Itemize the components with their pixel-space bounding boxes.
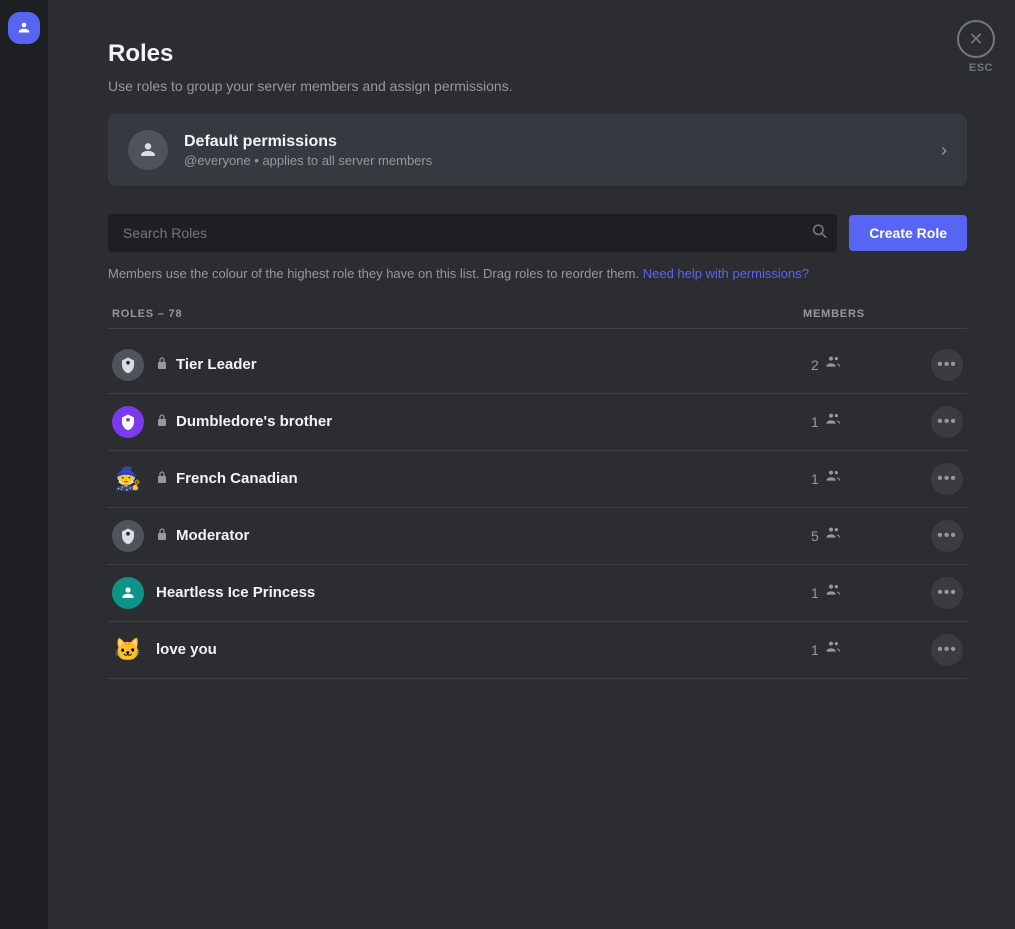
chevron-right-icon: › — [941, 140, 947, 161]
role-more-button[interactable]: ••• — [931, 577, 963, 609]
role-icon — [112, 520, 144, 552]
help-text-main: Members use the colour of the highest ro… — [108, 266, 639, 281]
role-more-button[interactable]: ••• — [931, 349, 963, 381]
role-icon — [112, 349, 144, 381]
lock-icon — [156, 413, 168, 430]
page-subtitle: Use roles to group your server members a… — [108, 78, 967, 94]
role-icon: 🐱 — [112, 634, 144, 666]
members-icon — [825, 411, 841, 432]
default-permissions-card[interactable]: Default permissions @everyone • applies … — [108, 114, 967, 186]
main-content: ✕ ESC Roles Use roles to group your serv… — [48, 0, 1015, 929]
member-count-number: 5 — [811, 528, 819, 544]
lock-icon — [156, 470, 168, 487]
default-permissions-title: Default permissions — [184, 133, 432, 151]
member-count-number: 1 — [811, 642, 819, 658]
role-row[interactable]: Moderator5 ••• — [108, 508, 967, 565]
member-count-number: 2 — [811, 357, 819, 373]
role-name: love you — [156, 641, 811, 658]
member-count-number: 1 — [811, 585, 819, 601]
search-input[interactable] — [108, 214, 837, 252]
members-count: 1 — [811, 582, 931, 603]
default-permissions-subtitle: @everyone • applies to all server member… — [184, 153, 432, 168]
members-icon — [825, 468, 841, 489]
role-more-button[interactable]: ••• — [931, 520, 963, 552]
role-name: Heartless Ice Princess — [156, 584, 811, 601]
role-row[interactable]: Tier Leader2 ••• — [108, 337, 967, 394]
default-permissions-info: Default permissions @everyone • applies … — [184, 133, 432, 168]
roles-count-label: ROLES – 78 — [112, 308, 803, 320]
search-input-wrapper — [108, 214, 837, 252]
sidebar — [0, 0, 48, 929]
members-icon — [825, 639, 841, 660]
members-count: 5 — [811, 525, 931, 546]
role-name: French Canadian — [176, 470, 811, 487]
page-title: Roles — [108, 40, 967, 68]
member-count-number: 1 — [811, 414, 819, 430]
role-name: Dumbledore's brother — [176, 413, 811, 430]
role-row[interactable]: Heartless Ice Princess1 ••• — [108, 565, 967, 622]
search-icon — [811, 223, 827, 244]
members-icon — [825, 354, 841, 375]
help-permissions-link[interactable]: Need help with permissions? — [643, 266, 809, 281]
members-count: 1 — [811, 639, 931, 660]
members-count: 1 — [811, 468, 931, 489]
members-count: 2 — [811, 354, 931, 375]
help-text: Members use the colour of the highest ro… — [108, 264, 967, 284]
members-icon — [825, 582, 841, 603]
lock-icon — [156, 356, 168, 373]
sidebar-icon-active[interactable] — [8, 12, 40, 44]
role-icon — [112, 577, 144, 609]
role-name: Tier Leader — [176, 356, 811, 373]
role-row[interactable]: 🧙 French Canadian1 ••• — [108, 451, 967, 508]
role-icon — [112, 406, 144, 438]
esc-label: ESC — [969, 62, 993, 74]
create-role-button[interactable]: Create Role — [849, 215, 967, 251]
members-count: 1 — [811, 411, 931, 432]
close-button[interactable]: ✕ — [957, 20, 995, 58]
role-more-button[interactable]: ••• — [931, 406, 963, 438]
role-icon: 🧙 — [112, 463, 144, 495]
default-permissions-left: Default permissions @everyone • applies … — [128, 130, 432, 170]
members-icon — [825, 525, 841, 546]
role-name: Moderator — [176, 527, 811, 544]
search-row: Create Role — [108, 214, 967, 252]
role-more-button[interactable]: ••• — [931, 463, 963, 495]
lock-icon — [156, 527, 168, 544]
roles-table-header: ROLES – 78 MEMBERS — [108, 308, 967, 329]
default-permissions-icon — [128, 130, 168, 170]
roles-list: Tier Leader2•••Dumbledore's brother1•••🧙… — [108, 337, 967, 679]
role-row[interactable]: 🐱 love you1 ••• — [108, 622, 967, 679]
member-count-number: 1 — [811, 471, 819, 487]
role-row[interactable]: Dumbledore's brother1 ••• — [108, 394, 967, 451]
members-column-label: MEMBERS — [803, 308, 923, 320]
role-more-button[interactable]: ••• — [931, 634, 963, 666]
